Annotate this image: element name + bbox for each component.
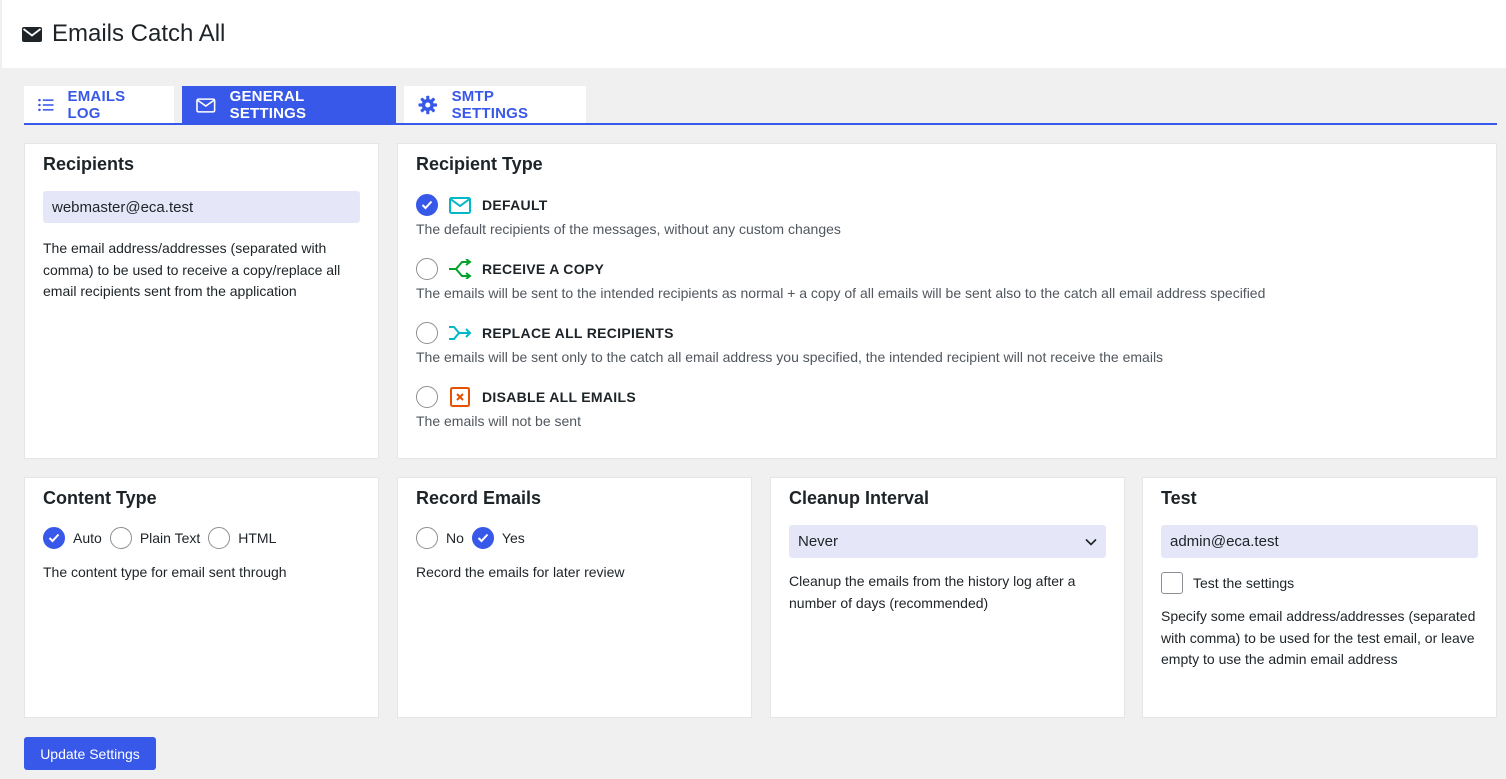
recipients-input[interactable]: webmaster@eca.test — [43, 191, 360, 223]
envelope-icon — [448, 193, 472, 217]
content-type-help: The content type for email sent through — [43, 564, 287, 580]
recipient-type-disable-all[interactable]: DISABLE ALL EMAILS — [416, 385, 1478, 409]
tab-label: SMTP SETTINGS — [451, 88, 529, 122]
select-value: Never — [798, 533, 839, 550]
radio-unchecked[interactable] — [416, 258, 438, 280]
page-header: Emails Catch All — [2, 0, 1506, 68]
tab-label: GENERAL SETTINGS — [229, 88, 307, 122]
radio-auto[interactable] — [43, 527, 65, 549]
checkmark-icon — [48, 533, 60, 543]
option-label: REPLACE ALL RECIPIENTS — [482, 325, 674, 341]
tab-emails-log[interactable]: EMAILS LOG — [24, 86, 174, 124]
list-icon — [38, 98, 54, 112]
card-title: Test — [1161, 488, 1197, 508]
envelope-icon — [22, 26, 42, 42]
radio-label: Yes — [501, 530, 525, 546]
tab-smtp-settings[interactable]: SMTP SETTINGS — [404, 86, 586, 124]
checkmark-icon — [477, 533, 489, 543]
cleanup-help: Cleanup the emails from the history log … — [789, 573, 1076, 611]
page-title: Emails Catch All — [52, 20, 226, 47]
content-type-card: Content Type Auto Plain Text HTML The co… — [24, 477, 379, 718]
option-desc: The emails will be sent to the intended … — [416, 285, 1266, 301]
option-label: RECEIVE A COPY — [482, 261, 605, 277]
merge-arrow-icon — [448, 321, 472, 345]
card-title: Content Type — [43, 488, 157, 508]
split-arrow-icon — [448, 257, 472, 281]
cleanup-interval-card: Cleanup Interval Never Cleanup the email… — [770, 477, 1125, 718]
radio-yes[interactable] — [471, 527, 494, 549]
card-title: Recipients — [43, 154, 135, 174]
x-box-icon — [448, 385, 472, 409]
test-settings-checkbox-row[interactable]: Test the settings — [1161, 572, 1478, 594]
test-settings-checkbox[interactable] — [1161, 572, 1183, 594]
option-desc: The default recipients of the messages, … — [416, 221, 841, 237]
option-desc: The emails will not be sent — [416, 413, 581, 429]
test-email-input[interactable]: admin@eca.test — [1161, 525, 1478, 558]
tab-label: EMAILS LOG — [67, 88, 126, 122]
tab-divider — [24, 123, 1497, 125]
radio-label: No — [446, 530, 464, 546]
test-help: Specify some email address/addresses (se… — [1161, 608, 1476, 667]
record-emails-help: Record the emails for later review — [416, 564, 625, 580]
card-title: Cleanup Interval — [789, 488, 930, 508]
recipient-type-default[interactable]: DEFAULT — [416, 193, 1478, 217]
record-emails-radios: No Yes — [416, 526, 733, 550]
content-type-radios: Auto Plain Text HTML — [43, 526, 360, 550]
gear-icon — [418, 95, 438, 115]
checkmark-icon — [421, 200, 433, 210]
radio-plain-text[interactable] — [109, 527, 132, 549]
radio-no[interactable] — [416, 527, 438, 549]
recipients-help: The email address/addresses (separated w… — [43, 240, 341, 299]
radio-label: Plain Text — [139, 530, 201, 546]
radio-label: Auto — [73, 530, 102, 546]
tab-bar: EMAILS LOG GENERAL SETTINGS SMTP SETTING… — [24, 86, 594, 124]
card-title: Record Emails — [416, 488, 542, 508]
recipient-type-card: Recipient Type DEFAULT The default recip… — [397, 143, 1497, 459]
recipient-type-replace-all[interactable]: REPLACE ALL RECIPIENTS — [416, 321, 1478, 345]
cleanup-interval-select[interactable]: Never — [789, 525, 1106, 558]
card-title: Recipient Type — [416, 154, 543, 174]
option-label: DISABLE ALL EMAILS — [482, 389, 636, 405]
radio-checked[interactable] — [416, 194, 438, 216]
radio-label: HTML — [238, 530, 277, 546]
radio-unchecked[interactable] — [416, 386, 438, 408]
update-settings-button[interactable]: Update Settings — [24, 737, 156, 770]
option-label: DEFAULT — [482, 197, 548, 213]
option-desc: The emails will be sent only to the catc… — [416, 349, 1164, 365]
envelope-icon — [196, 97, 216, 113]
tab-general-settings[interactable]: GENERAL SETTINGS — [182, 86, 396, 124]
recipient-type-receive-copy[interactable]: RECEIVE A COPY — [416, 257, 1478, 281]
test-card: Test admin@eca.test Test the settings Sp… — [1142, 477, 1497, 718]
checkbox-label: Test the settings — [1193, 575, 1295, 591]
record-emails-card: Record Emails No Yes Record the emails f… — [397, 477, 752, 718]
recipients-card: Recipients webmaster@eca.test The email … — [24, 143, 379, 459]
chevron-down-icon — [1085, 538, 1097, 546]
radio-html[interactable] — [208, 527, 231, 549]
radio-unchecked[interactable] — [416, 322, 438, 344]
